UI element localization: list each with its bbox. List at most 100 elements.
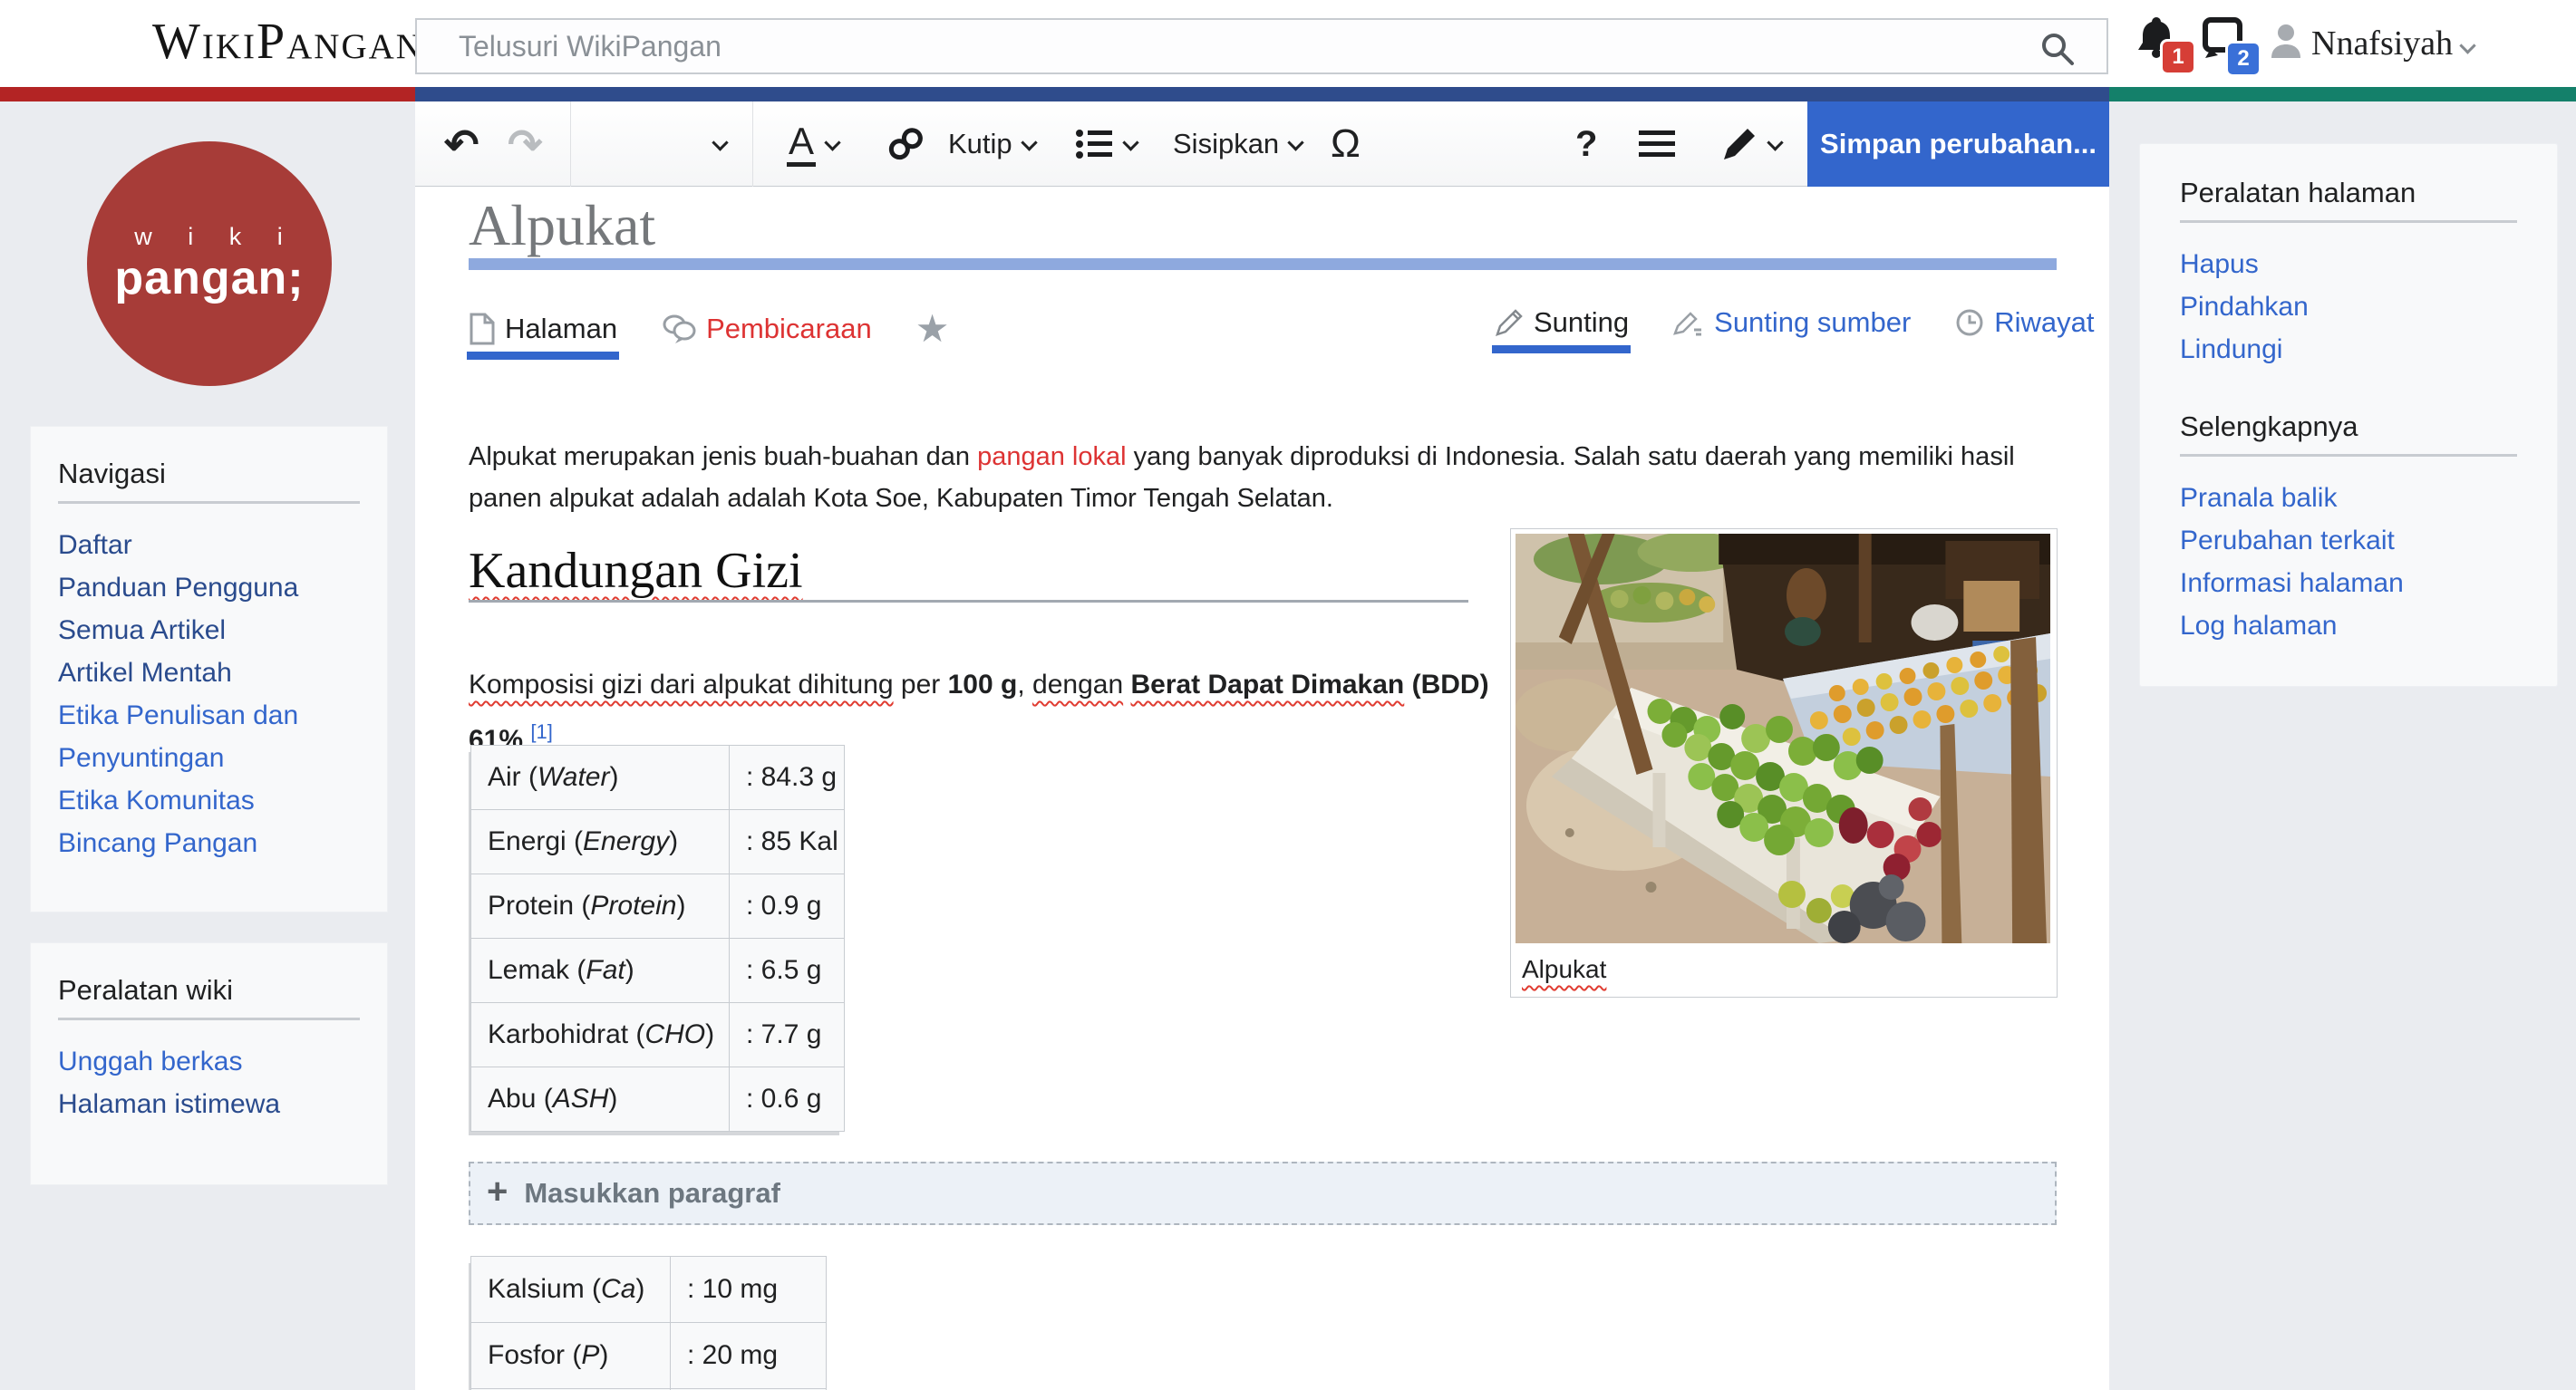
nutrition-table-minerals[interactable]: Kalsium (Ca): 10 mg Fosfor (P): 20 mg: [470, 1256, 827, 1390]
section-heading: Kandungan Gizi: [469, 543, 803, 599]
chevron-down-icon: [1122, 133, 1139, 151]
tab-riwayat[interactable]: Riwayat: [1954, 306, 2095, 353]
bullet-list-icon: [1076, 130, 1112, 159]
sidebar-link[interactable]: Perubahan terkait: [2180, 519, 2517, 562]
navigation-links: Daftar Panduan Pengguna Semua Artikel Artik…: [58, 524, 360, 864]
sidebar-link[interactable]: Daftar: [58, 524, 360, 566]
page-title: Alpukat: [469, 193, 656, 257]
site-logo[interactable]: WikiPangan: [152, 13, 423, 71]
nutrient-value-cell[interactable]: : 0.9 g: [729, 874, 845, 939]
nutrition-row: Energi (Energy): 85 Kal: [470, 809, 845, 874]
chevron-down-icon: [1287, 133, 1304, 151]
sidebar-link[interactable]: Unggah berkas: [58, 1040, 360, 1083]
page-options-button[interactable]: [1637, 101, 1677, 187]
sidebar-link[interactable]: Etika Komunitas: [58, 779, 360, 822]
messages-count-badge[interactable]: 2: [2228, 43, 2259, 74]
nutrient-label-cell[interactable]: Abu (ASH): [470, 1067, 730, 1132]
figure-caption: Alpukat: [1522, 955, 1607, 983]
nutrient-value-cell[interactable]: : 84.3 g: [729, 745, 845, 810]
divider: [2180, 220, 2517, 223]
nutrition-row: Lemak (Fat): 6.5 g: [470, 938, 845, 1003]
search-input[interactable]: [457, 25, 2001, 67]
nutrient-label-cell[interactable]: Protein (Protein): [470, 874, 730, 939]
sidebar-link[interactable]: Artikel Mentah: [58, 652, 360, 694]
redo-icon: ↷: [508, 121, 543, 168]
article-figure[interactable]: Alpukat: [1510, 528, 2058, 998]
cite-dropdown[interactable]: Kutip: [948, 101, 1038, 187]
wiki-tools-panel: Peralatan wiki Unggah berkas Halaman isti…: [30, 942, 388, 1185]
sidebar-link[interactable]: Panduan Pengguna: [58, 566, 360, 609]
insert-paragraph-button[interactable]: + Masukkan paragraf: [469, 1162, 2057, 1225]
page-icon: [470, 313, 495, 344]
sidebar-link[interactable]: Hapus: [2180, 243, 2517, 285]
sidebar-link[interactable]: Semua Artikel: [58, 609, 360, 652]
list-format-dropdown[interactable]: [1074, 101, 1139, 187]
wikipangan-editor-page: WikiPangan 1 2: [0, 0, 2576, 1390]
text-segment: per: [893, 670, 948, 700]
nutrient-value-cell[interactable]: : 20 mg: [670, 1322, 827, 1389]
nutrient-value-cell[interactable]: : 7.7 g: [729, 1002, 845, 1067]
nutrient-label-cell[interactable]: Lemak (Fat): [470, 938, 730, 1003]
save-changes-button[interactable]: Simpan perubahan...: [1807, 101, 2109, 187]
wiki-logo-text-top: w i k i: [134, 222, 297, 250]
help-button[interactable]: ?: [1575, 101, 1597, 187]
nutrient-label-cell[interactable]: Fosfor (P): [470, 1322, 671, 1389]
chevron-down-icon: [1020, 133, 1038, 151]
nutrient-label-cell[interactable]: Air (Water): [470, 745, 730, 810]
chevron-down-icon: [1767, 133, 1784, 151]
user-menu-chevron-icon[interactable]: [2459, 37, 2476, 54]
special-character-button[interactable]: Ω: [1331, 101, 1361, 187]
tab-halaman[interactable]: Halaman: [466, 313, 620, 360]
nutrition-table-macro[interactable]: Air (Water): 84.3 g Energi (Energy): 85 K…: [470, 745, 845, 1132]
tab-sunting[interactable]: Sunting: [1491, 306, 1632, 353]
text-style-button[interactable]: A: [787, 101, 841, 187]
page-tools-sections: Peralatan halaman Hapus Pindahkan Lindungi S…: [2180, 177, 2517, 647]
insert-dropdown[interactable]: Sisipkan: [1173, 101, 1304, 187]
nutrient-value-cell[interactable]: : 85 Kal: [729, 809, 845, 874]
sidebar-link[interactable]: Pranala balik: [2180, 477, 2517, 519]
nutrient-value-cell[interactable]: : 10 mg: [670, 1256, 827, 1323]
sidebar-link[interactable]: Bincang Pangan: [58, 822, 360, 864]
text-segment: 100 g: [947, 670, 1018, 700]
nutrient-value-cell[interactable]: : 6.5 g: [729, 938, 845, 1003]
wiki-logo[interactable]: w i k i pangan;: [87, 141, 332, 386]
paragraph-format-dropdown[interactable]: [596, 101, 752, 187]
article-image[interactable]: [1516, 534, 2050, 943]
nutrient-label-cell[interactable]: Kalsium (Ca): [470, 1256, 671, 1323]
alerts-count-badge[interactable]: 1: [2163, 42, 2193, 72]
redo-button[interactable]: ↷: [508, 101, 543, 187]
nutrient-label-cell[interactable]: Karbohidrat (CHO): [470, 1002, 730, 1067]
sidebar-link[interactable]: Halaman istimewa: [58, 1083, 360, 1125]
sidebar-link[interactable]: Etika Penulisan dan Penyuntingan: [58, 694, 360, 779]
reference-link[interactable]: [1]: [530, 720, 552, 743]
editing-mode-switch[interactable]: [1720, 101, 1784, 187]
pencil-icon: [1724, 129, 1755, 159]
intro-paragraph[interactable]: Alpukat merupakan jenis buah-buahan dan …: [469, 436, 2064, 519]
sidebar-link[interactable]: Pindahkan: [2180, 285, 2517, 328]
nutrient-label-cell[interactable]: Energi (Energy): [470, 809, 730, 874]
search-icon[interactable]: [2039, 31, 2076, 72]
chevron-down-icon: [824, 133, 841, 151]
username-menu[interactable]: Nnafsiyah: [2311, 24, 2453, 63]
nutrition-row: Protein (Protein): 0.9 g: [470, 874, 845, 939]
red-link[interactable]: pangan lokal: [977, 442, 1126, 471]
nutrient-value-cell[interactable]: : 0.6 g: [729, 1067, 845, 1132]
sidebar-link[interactable]: Lindungi: [2180, 328, 2517, 371]
sidebar-link[interactable]: Informasi halaman: [2180, 562, 2517, 604]
sidebar-link[interactable]: Log halaman: [2180, 604, 2517, 647]
divider: [2180, 454, 2517, 457]
nutrition-row: Fosfor (P): 20 mg: [470, 1322, 827, 1389]
nutrition-row: Abu (ASH): 0.6 g: [470, 1067, 845, 1132]
tab-pembicaraan[interactable]: Pembicaraan: [661, 313, 872, 360]
panel-section-title: Navigasi: [58, 458, 166, 489]
navigation-panel: Navigasi Daftar Panduan Pengguna Semua Art…: [30, 426, 388, 912]
undo-button[interactable]: ↶: [444, 101, 479, 187]
panel-section-title: Peralatan halaman: [2180, 177, 2416, 208]
nutrition-row: Karbohidrat (CHO): 7.7 g: [470, 1002, 845, 1067]
tab-sunting-sumber[interactable]: Sunting sumber: [1672, 306, 1911, 353]
chevron-down-icon: [712, 133, 729, 151]
nutrition-row: Kalsium (Ca): 10 mg: [470, 1256, 827, 1323]
link-button[interactable]: [884, 101, 929, 187]
watch-star-icon[interactable]: ★: [915, 306, 950, 365]
text-segment: ,: [1017, 670, 1033, 700]
